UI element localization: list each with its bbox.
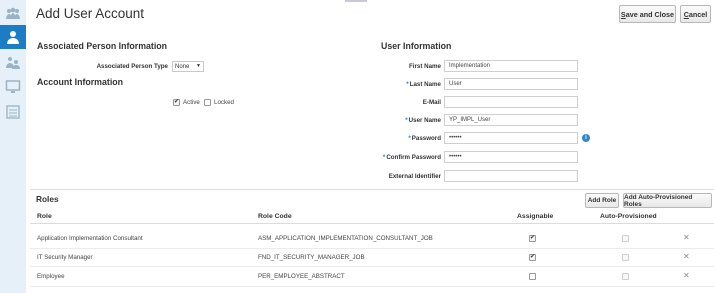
- col-role-header[interactable]: Role: [37, 213, 52, 220]
- associated-person-heading: Associated Person Information: [37, 41, 168, 51]
- external-identifier-field[interactable]: [444, 170, 578, 182]
- locked-label: Locked: [214, 99, 234, 106]
- external-identifier-label: External Identifier: [388, 173, 441, 180]
- locked-checkbox[interactable]: [204, 99, 211, 106]
- row-role: Application Implementation Consultant: [37, 235, 143, 242]
- last-name-field[interactable]: User: [444, 78, 578, 90]
- save-and-close-button[interactable]: Save and Close: [619, 5, 676, 23]
- row-role-code: ASM_APPLICATION_IMPLEMENTATION_CONSULTAN…: [258, 235, 433, 242]
- row-divider: [30, 266, 714, 267]
- col-role-code-header[interactable]: Role Code: [258, 213, 292, 220]
- scroll-indicator: [345, 0, 367, 2]
- add-auto-provisioned-roles-button[interactable]: Add Auto-Provisioned Roles: [623, 193, 712, 208]
- password-field[interactable]: ••••••: [444, 132, 578, 144]
- required-asterisk: *: [382, 154, 386, 161]
- assignable-checkbox[interactable]: ✔: [529, 235, 536, 242]
- confirm-password-label: *Confirm Password: [382, 154, 441, 161]
- assignable-checkbox[interactable]: [529, 273, 536, 280]
- users-network-icon[interactable]: [0, 50, 26, 74]
- row-role-code: FND_IT_SECURITY_MANAGER_JOB: [258, 254, 365, 261]
- confirm-password-field[interactable]: ••••••: [444, 151, 578, 163]
- delete-role-icon[interactable]: ✕: [683, 233, 690, 242]
- user-icon[interactable]: [0, 25, 26, 49]
- first-name-field[interactable]: Implementation: [444, 60, 578, 72]
- col-assignable-header[interactable]: Assignable: [517, 213, 553, 220]
- add-role-button[interactable]: Add Role: [585, 193, 619, 208]
- email-label: E-Mail: [422, 99, 441, 106]
- assignable-checkbox[interactable]: ✔: [529, 254, 536, 261]
- auto-provisioned-checkbox: [622, 273, 629, 280]
- required-asterisk: *: [408, 135, 411, 142]
- first-name-label: First Name: [409, 63, 441, 70]
- required-asterisk: *: [406, 81, 409, 88]
- user-info-heading: User Information: [381, 41, 452, 51]
- monitor-icon[interactable]: [0, 75, 26, 99]
- password-label: *Password: [408, 135, 441, 142]
- auto-provisioned-checkbox: [622, 235, 629, 242]
- auto-provisioned-checkbox: [622, 254, 629, 261]
- row-role-code: PER_EMPLOYEE_ABSTRACT: [258, 273, 345, 280]
- people-group-icon[interactable]: [0, 2, 26, 26]
- delete-role-icon[interactable]: ✕: [683, 252, 690, 261]
- page-title: Add User Account: [36, 6, 145, 21]
- row-role: IT Security Manager: [37, 254, 93, 261]
- associated-person-type-select[interactable]: None ▼: [172, 61, 204, 72]
- user-name-label: *User Name: [405, 117, 441, 124]
- list-icon[interactable]: [0, 100, 26, 124]
- section-divider: [30, 189, 714, 190]
- row-role: Employee: [37, 273, 65, 280]
- info-icon[interactable]: i: [582, 134, 590, 142]
- active-label: Active: [183, 99, 200, 106]
- required-asterisk: *: [405, 117, 408, 124]
- roles-heading: Roles: [36, 194, 59, 204]
- row-divider: [30, 286, 714, 287]
- header-divider: [30, 223, 714, 224]
- email-field[interactable]: [444, 96, 578, 108]
- person-type-value: None: [175, 63, 190, 70]
- save-label: ave and Close: [625, 9, 675, 19]
- col-auto-provisioned-header[interactable]: Auto-Provisioned: [600, 213, 657, 220]
- cancel-button[interactable]: Cancel: [680, 5, 711, 23]
- active-checkbox[interactable]: ✔: [173, 99, 180, 106]
- account-info-heading: Account Information: [37, 77, 124, 87]
- left-icon-rail: [0, 0, 26, 293]
- associated-person-type-label: Associated Person Type: [96, 63, 168, 70]
- delete-role-icon[interactable]: ✕: [683, 271, 690, 280]
- cancel-label: ancel: [688, 9, 708, 19]
- user-name-field[interactable]: YP_IMPL_User: [444, 114, 578, 126]
- chevron-down-icon: ▼: [196, 63, 201, 69]
- row-divider: [30, 248, 714, 249]
- last-name-label: *Last Name: [406, 81, 441, 88]
